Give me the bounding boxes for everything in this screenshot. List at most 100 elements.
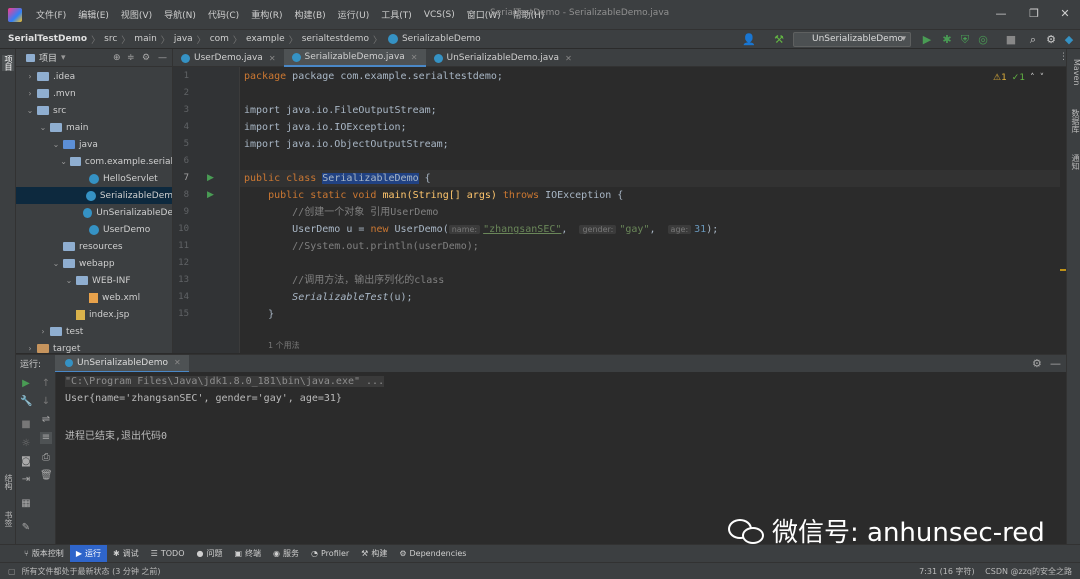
chevron-right-icon[interactable]: › [25, 89, 35, 98]
chevron-down-icon[interactable]: ˅ [1040, 73, 1045, 83]
menu-navigate[interactable]: 导航(N) [158, 8, 202, 21]
coverage-icon[interactable]: ⛨ [958, 33, 972, 47]
menu-view[interactable]: 视图(V) [115, 8, 158, 21]
bookmarks-tool-tab[interactable]: 书签 [2, 511, 14, 527]
tree-item[interactable]: ⌄ src [16, 102, 172, 119]
build-hammer-icon[interactable]: ⚒ [772, 33, 786, 47]
tree-item[interactable]: index.jsp [16, 306, 172, 323]
breadcrumb-src[interactable]: src [104, 34, 117, 44]
bottom-tab[interactable]: ▶ 运行 [69, 544, 107, 563]
ok-count[interactable]: ✓1 [1012, 73, 1025, 83]
tree-item[interactable]: UserDemo [16, 221, 172, 238]
close-window-icon[interactable]: ✕ [1056, 5, 1074, 23]
close-tab-icon[interactable]: ✕ [269, 54, 276, 63]
expand-icon[interactable]: ≑ [127, 53, 135, 63]
rerun-icon[interactable]: ▶ [20, 378, 32, 390]
menu-run[interactable]: 运行(U) [332, 8, 376, 21]
camera-icon[interactable]: ◙ [20, 456, 32, 468]
pin-icon[interactable]: ✎ [20, 522, 32, 534]
layout-icon[interactable]: ▦ [20, 498, 32, 510]
menu-refactor[interactable]: 重构(R) [245, 8, 288, 21]
bottom-tab[interactable]: ◔ Profiler [305, 545, 355, 563]
breadcrumb-main[interactable]: main [134, 34, 157, 44]
structure-tool-tab[interactable]: 结构 [2, 474, 14, 490]
run-main-gutter-icon[interactable]: ▶ [207, 191, 215, 200]
bottom-tab[interactable]: ✱ 调试 [107, 545, 145, 563]
tree-item[interactable]: ⌄ com.example.serial [16, 153, 172, 170]
close-tab-icon[interactable]: ✕ [565, 54, 572, 63]
tree-item[interactable]: HelloServlet [16, 170, 172, 187]
chevron-down-icon[interactable]: ⌄ [51, 259, 61, 268]
tree-item[interactable]: web.xml [16, 289, 172, 306]
wrench-icon[interactable]: 🔧 [20, 396, 32, 408]
restore-icon[interactable]: ❐ [1025, 5, 1043, 23]
bottom-tab[interactable]: ● 问题 [190, 545, 228, 563]
bottom-tab[interactable]: ▣ 终端 [228, 545, 267, 563]
stop-icon[interactable]: ■ [20, 419, 32, 431]
tree-item[interactable]: › test [16, 323, 172, 340]
tree-item[interactable]: UnSerializableDe [16, 204, 172, 221]
panel-settings-icon[interactable]: ⚙ [142, 53, 150, 63]
menu-vcs[interactable]: VCS(S) [418, 10, 461, 20]
tab-unserializabledemo[interactable]: UnSerializableDemo.java ✕ [426, 49, 580, 67]
user-icon[interactable]: 👤 [742, 33, 756, 47]
print-icon[interactable]: ⎙ [40, 452, 52, 464]
toolbox-icon[interactable]: ◆ [1062, 33, 1076, 47]
chevron-down-icon[interactable]: ⌄ [25, 106, 35, 115]
menu-code[interactable]: 代码(C) [202, 8, 245, 21]
breadcrumb-example[interactable]: example [246, 34, 285, 44]
minimize-icon[interactable]: — [992, 5, 1010, 23]
exit-icon[interactable]: ⇥ [20, 474, 32, 486]
tree-item[interactable]: › .idea [16, 68, 172, 85]
chevron-down-icon[interactable]: ▾ [61, 53, 66, 63]
chevron-right-icon[interactable]: › [38, 327, 48, 336]
tree-item[interactable]: › .mvn [16, 85, 172, 102]
maven-tool-tab[interactable]: Maven [1069, 59, 1080, 86]
bottom-tab[interactable]: ⚙ Dependencies [393, 545, 472, 563]
project-panel-title[interactable]: 项目 [39, 51, 57, 64]
usages-hint[interactable]: 1 个用法 [268, 340, 300, 351]
hide-panel-icon[interactable]: — [1050, 357, 1061, 370]
chevron-up-icon[interactable]: ˄ [1030, 73, 1035, 83]
tree-item[interactable]: › target [16, 340, 172, 353]
scroll-down-icon[interactable]: ↓ [40, 396, 52, 408]
menu-build[interactable]: 构建(B) [288, 8, 331, 21]
notifications-tool-tab[interactable]: 通知 [1069, 154, 1080, 170]
run-tab-unserializabledemo[interactable]: UnSerializableDemo ✕ [55, 354, 189, 373]
breadcrumb-java[interactable]: java [174, 34, 193, 44]
tree-item[interactable]: ⌄ webapp [16, 255, 172, 272]
chevron-right-icon[interactable]: › [25, 344, 35, 353]
tree-item[interactable]: ⌄ java [16, 136, 172, 153]
menu-edit[interactable]: 编辑(E) [72, 8, 115, 21]
breadcrumb-com[interactable]: com [210, 34, 229, 44]
console-command-line[interactable]: "C:\Program Files\Java\jdk1.8.0_181\bin\… [65, 376, 385, 387]
breadcrumb-class[interactable]: SerializableDemo [402, 34, 481, 44]
dump-threads-icon[interactable]: ☼ [20, 438, 32, 450]
hide-panel-icon[interactable]: — [158, 53, 167, 63]
bottom-tab[interactable]: ⑂ 版本控制 [18, 545, 70, 563]
run-icon[interactable]: ▶ [920, 33, 934, 47]
scroll-up-icon[interactable]: ↑ [40, 378, 52, 390]
run-settings-icon[interactable]: ⚙ [1032, 357, 1042, 370]
bottom-tab[interactable]: ☰ TODO [145, 545, 191, 563]
chevron-down-icon[interactable]: ⌄ [59, 157, 68, 166]
debug-icon[interactable]: ✱ [940, 33, 954, 47]
caret-position[interactable]: 7:31 (16 字符) [919, 567, 974, 576]
scroll-to-end-icon[interactable]: ≡ [40, 432, 52, 444]
search-icon[interactable]: ⌕ [1026, 33, 1040, 47]
tree-item[interactable]: ⌄ WEB-INF [16, 272, 172, 289]
tab-serializabledemo[interactable]: SerializableDemo.java ✕ [283, 49, 426, 67]
chevron-down-icon[interactable]: ⌄ [64, 276, 74, 285]
code-editor[interactable]: package package com.example.serialtestde… [240, 67, 1060, 353]
menu-file[interactable]: 文件(F) [30, 8, 72, 21]
run-configuration-select[interactable]: UnSerializableDemo ▾ [793, 32, 911, 47]
tree-item[interactable]: ⌄ main [16, 119, 172, 136]
stop-icon[interactable]: ■ [1004, 33, 1018, 47]
run-class-gutter-icon[interactable]: ▶ [207, 174, 215, 183]
chevron-right-icon[interactable]: › [25, 72, 35, 81]
tree-item[interactable]: SerializableDem [16, 187, 172, 204]
breadcrumb-package[interactable]: serialtestdemo [302, 34, 369, 44]
chevron-down-icon[interactable]: ⌄ [51, 140, 61, 149]
tree-item[interactable]: resources [16, 238, 172, 255]
menu-tools[interactable]: 工具(T) [375, 8, 418, 21]
